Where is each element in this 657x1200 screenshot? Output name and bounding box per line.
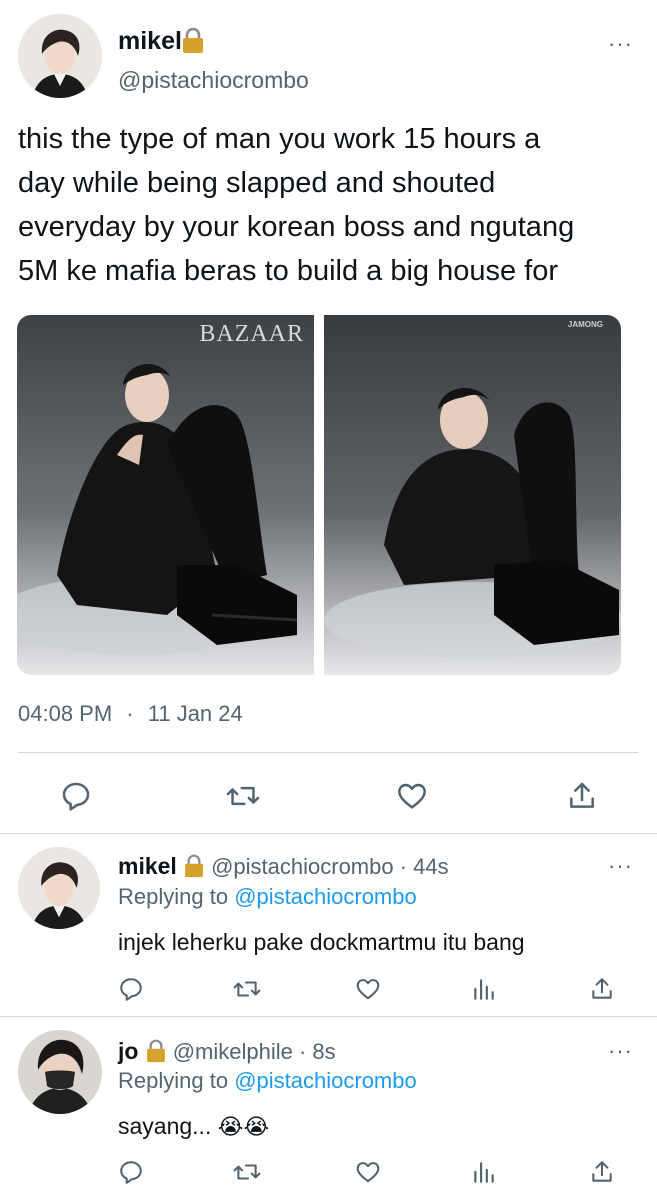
reply-age: · 8s: [298, 1039, 336, 1064]
tweet-timestamp: 04:08 PM · 11 Jan 24: [18, 701, 243, 727]
lock-icon: [145, 1038, 167, 1063]
retweet-icon[interactable]: [226, 780, 260, 812]
replying-to: Replying to @pistachiocrombo: [118, 1068, 417, 1094]
more-options-icon[interactable]: ···: [608, 33, 633, 55]
meta-separator: ·: [126, 701, 134, 726]
share-icon[interactable]: [589, 1159, 615, 1185]
tweet-photo-2[interactable]: JAMONG: [324, 315, 621, 675]
heart-icon[interactable]: [355, 976, 381, 1002]
divider: [0, 1016, 657, 1017]
reply-text: sayang... 😭😭: [118, 1113, 269, 1140]
main-avatar[interactable]: [18, 14, 102, 98]
lock-icon: [181, 26, 205, 54]
photo2-brand: JAMONG: [567, 320, 603, 329]
reply-author-name[interactable]: mikel: [118, 853, 177, 879]
tweet-time[interactable]: 04:08 PM: [18, 701, 112, 726]
tweet-line: this the type of man you work 15 hours a: [18, 123, 541, 155]
reply-header: mikel @pistachiocrombo · 44s: [118, 853, 449, 880]
tweet-line: everyday by your korean boss and ngutang: [18, 211, 575, 243]
share-icon[interactable]: [566, 780, 598, 812]
reply-text-body: sayang...: [118, 1113, 212, 1139]
reply-header: jo @mikelphile · 8s: [118, 1038, 336, 1065]
main-author-handle[interactable]: @pistachiocrombo: [118, 67, 309, 94]
reply-icon[interactable]: [118, 1159, 144, 1185]
crying-emoji: 😭😭: [217, 1114, 270, 1139]
reply-author-name[interactable]: jo: [118, 1038, 138, 1064]
reply-text: injek leherku pake dockmartmu itu bang: [118, 929, 525, 955]
lock-icon: [183, 853, 205, 878]
reply-age: · 44s: [399, 854, 449, 879]
more-options-icon[interactable]: ···: [608, 855, 633, 877]
share-icon[interactable]: [589, 976, 615, 1002]
replying-to-prefix: Replying to: [118, 884, 229, 909]
reply-icon[interactable]: [118, 976, 144, 1002]
tweet-line: day while being slapped and shouted: [18, 167, 496, 199]
tweet-date[interactable]: 11 Jan 24: [148, 701, 243, 726]
analytics-icon[interactable]: [471, 976, 497, 1002]
reply-icon[interactable]: [60, 780, 92, 812]
reply-avatar[interactable]: [18, 847, 100, 929]
more-options-icon[interactable]: ···: [608, 1040, 633, 1062]
retweet-icon[interactable]: [233, 976, 261, 1002]
replying-to-prefix: Replying to: [118, 1068, 229, 1093]
tweet-text: this the type of man you work 15 hours a…: [18, 117, 648, 293]
retweet-icon[interactable]: [233, 1159, 261, 1185]
reply-author-handle[interactable]: @pistachiocrombo: [211, 854, 394, 879]
heart-icon[interactable]: [355, 1159, 381, 1185]
replying-to: Replying to @pistachiocrombo: [118, 884, 417, 910]
photo1-brand: BAZAAR: [199, 321, 304, 347]
heart-icon[interactable]: [396, 780, 428, 812]
replying-to-link[interactable]: @pistachiocrombo: [234, 1068, 417, 1093]
divider: [0, 833, 657, 834]
main-author-name[interactable]: mikel: [118, 27, 182, 56]
divider: [18, 752, 639, 753]
replying-to-link[interactable]: @pistachiocrombo: [234, 884, 417, 909]
analytics-icon[interactable]: [471, 1159, 497, 1185]
tweet-line: 5M ke mafia beras to build a big house f…: [18, 255, 559, 287]
tweet-photo-1[interactable]: BAZAAR: [17, 315, 314, 675]
reply-author-handle[interactable]: @mikelphile: [173, 1039, 293, 1064]
reply-avatar[interactable]: [18, 1030, 102, 1114]
